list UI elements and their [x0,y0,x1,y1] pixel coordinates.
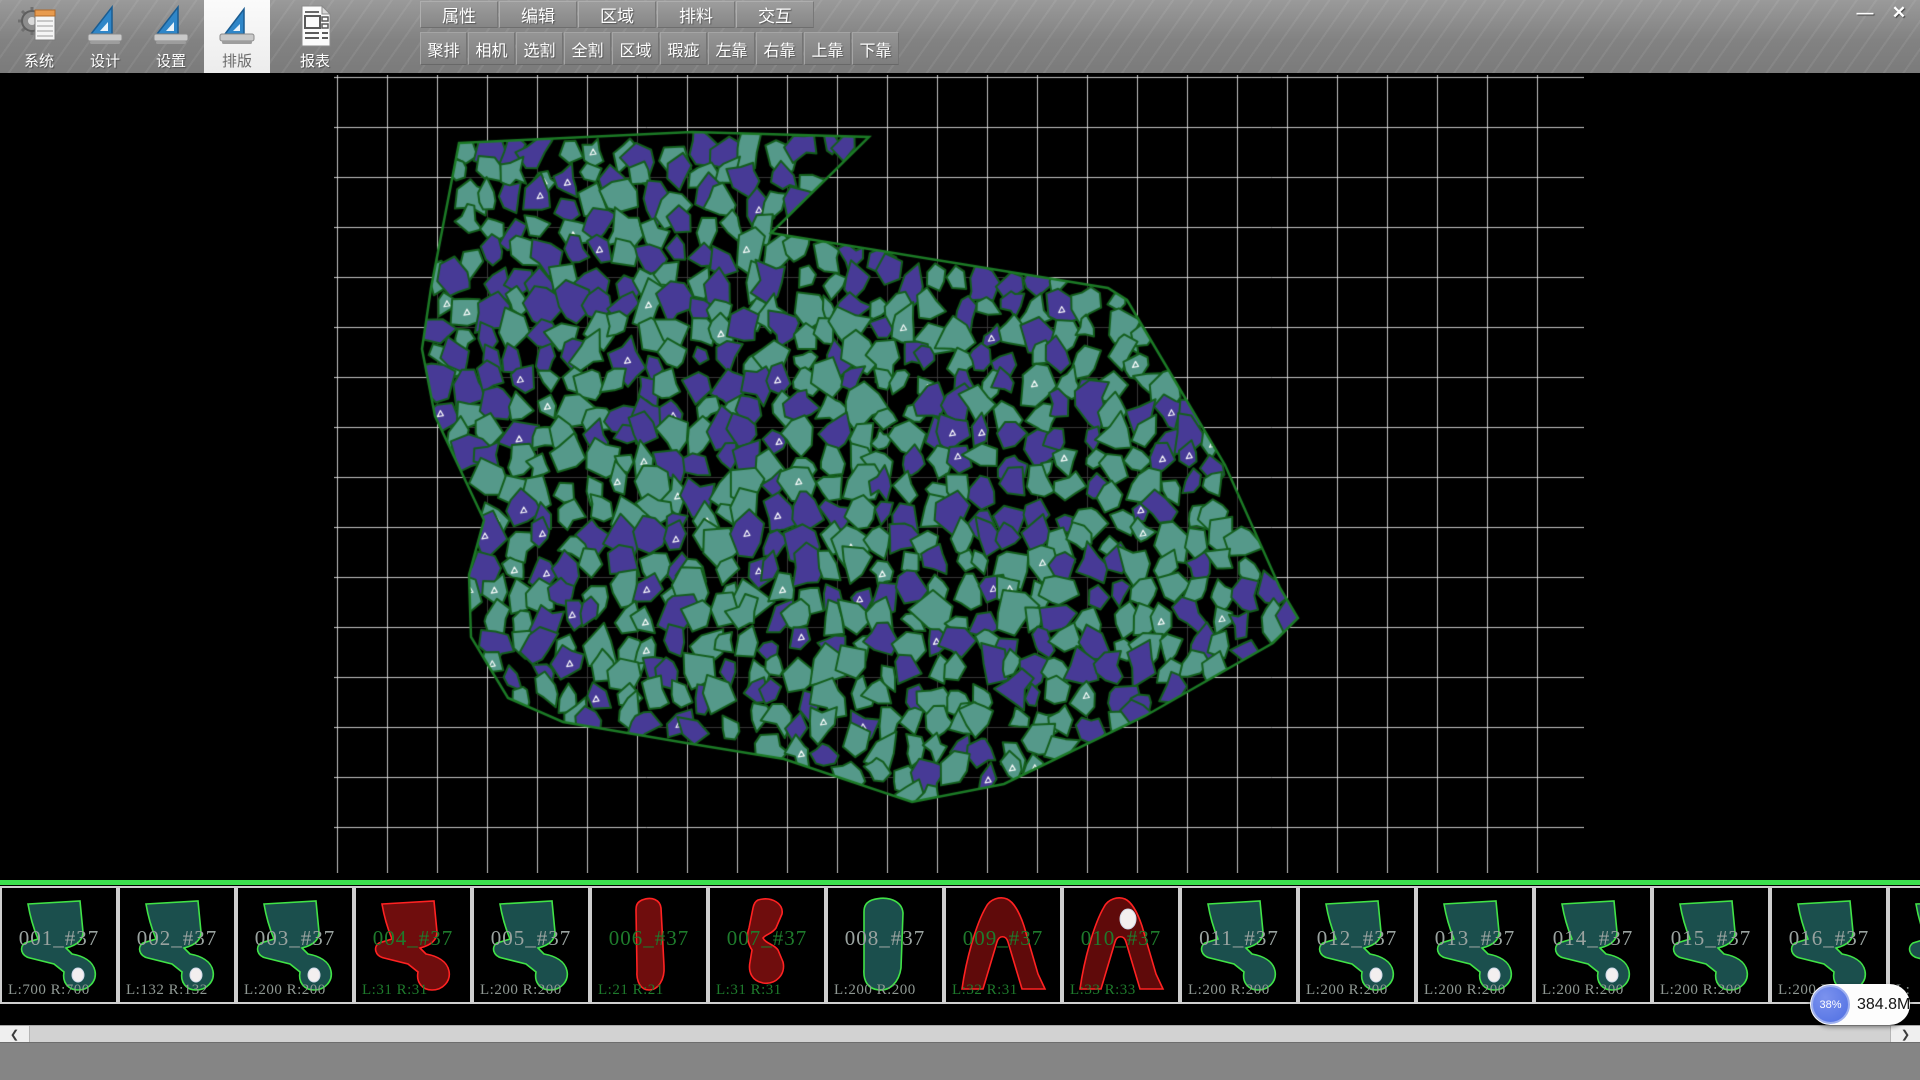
menu-button-align-top[interactable]: 上靠 [804,32,851,65]
menu-button-align-bottom[interactable]: 下靠 [852,32,899,65]
menu-button-defect[interactable]: 瑕疵 [660,32,707,65]
layout-setsquare-icon [216,3,258,49]
toolbar-item-layout-active[interactable]: 排版 [204,0,270,73]
toolbar-label-report: 报表 [300,50,330,71]
menu-tab-region[interactable]: 区域 [578,1,656,28]
piece-id-label: 0 [1890,926,1920,951]
piece-thumbnail[interactable]: 013_#37 L:200 R:200 [1416,886,1534,1004]
menu-tab-interactive[interactable]: 交互 [736,1,814,28]
piece-id-label: 003_#37 [238,926,352,951]
window-controls: — ✕ [1848,0,1916,25]
piece-lr-label: L:200 R:200 [1306,982,1388,999]
progress-circle: 38% [1811,985,1850,1024]
piece-lr-label: L:31 R:31 [362,982,428,999]
piece-thumbnail[interactable]: 004_#37 L:31 R:31 [354,886,472,1004]
memory-usage-label: 384.8M [1857,996,1910,1014]
piece-lr-label: L:200 R:200 [480,982,562,999]
piece-lr-label: L:200 R:200 [834,982,916,999]
main-toolbar: 系统 设计 [6,0,348,73]
report-document-icon [294,3,336,49]
menu-block: 属性 编辑 区域 排料 交互 聚排 相机 选割 全割 区域 瑕疵 左靠 右靠 上… [420,0,900,66]
piece-thumbnail[interactable]: 007_#37 L:31 R:31 [708,886,826,1004]
piece-thumbnail[interactable]: 009_#37 L:32 R:31 [944,886,1062,1004]
toolbar-label-system: 系统 [24,50,54,71]
piece-id-label: 001_#37 [2,926,116,951]
settings-setsquare-icon [150,3,192,49]
piece-lr-label: L:21 R:21 [598,982,664,999]
toolbar-item-design[interactable]: 设计 [72,0,138,73]
horizontal-scrollbar[interactable]: ❮ ❯ [0,1025,1920,1042]
piece-lr-label: L:200 R:200 [1660,982,1742,999]
menu-button-select-cut[interactable]: 选割 [516,32,563,65]
piece-id-label: 012_#37 [1300,926,1414,951]
piece-id-label: 011_#37 [1182,926,1296,951]
piece-lr-label: L:31 R:31 [716,982,782,999]
progress-percent: 38% [1819,999,1841,1011]
piece-thumbnail[interactable]: 011_#37 L:200 R:200 [1180,886,1298,1004]
toolbar-label-settings: 设置 [156,50,186,71]
toolbar-item-system[interactable]: 系统 [6,0,72,73]
menu-tab-properties[interactable]: 属性 [420,1,498,28]
application-window: 系统 设计 [0,0,1920,1080]
memory-progress-badge: 38% 384.8M [1810,984,1910,1025]
piece-lr-label: L:200 R:200 [1188,982,1270,999]
minimize-button[interactable]: — [1848,0,1882,25]
piece-thumbnail[interactable]: 005_#37 L:200 R:200 [472,886,590,1004]
system-gear-icon [18,3,60,49]
toolbar-label-layout: 排版 [222,50,252,71]
piece-id-label: 002_#37 [120,926,234,951]
piece-thumbnail[interactable]: 008_#37 L:200 R:200 [826,886,944,1004]
menu-button-camera[interactable]: 相机 [468,32,515,65]
menu-button-cut-all[interactable]: 全割 [564,32,611,65]
menu-tab-nesting[interactable]: 排料 [657,1,735,28]
toolbar-item-settings[interactable]: 设置 [138,0,204,73]
piece-thumbnail[interactable]: 012_#37 L:200 R:200 [1298,886,1416,1004]
thumbnail-row: 001_#37L:700 R:700 002_#37L:132 R:132 00… [0,885,1920,1004]
scrollbar-track[interactable] [30,1026,1890,1042]
piece-thumbnail[interactable]: 014_#37 L:200 R:200 [1534,886,1652,1004]
piece-id-label: 013_#37 [1418,926,1532,951]
menu-button-region[interactable]: 区域 [612,32,659,65]
piece-id-label: 016_#37 [1772,926,1886,951]
toolbar-item-report[interactable]: 报表 [282,0,348,73]
piece-thumbnail[interactable]: 003_#37 L:200 R:200 [236,886,354,1004]
menu-tab-row: 属性 编辑 区域 排料 交互 [420,1,900,30]
piece-id-label: 010_#37 [1064,926,1178,951]
piece-id-label: 008_#37 [828,926,942,951]
menu-button-align-left[interactable]: 左靠 [708,32,755,65]
piece-lr-label: L:200 R:200 [244,982,326,999]
piece-thumbnail[interactable]: 010_#37 L:33 R:33 [1062,886,1180,1004]
nesting-work-area[interactable] [334,75,1584,873]
menu-button-row: 聚排 相机 选割 全割 区域 瑕疵 左靠 右靠 上靠 下靠 [420,32,900,66]
piece-id-label: 005_#37 [474,926,588,951]
header-toolbar: 系统 设计 [0,0,1920,73]
design-setsquare-icon [84,3,126,49]
piece-lr-label: L:200 R:200 [1424,982,1506,999]
piece-id-label: 004_#37 [356,926,470,951]
piece-id-label: 014_#37 [1536,926,1650,951]
piece-lr-label: L:132 R:132 [126,982,208,999]
piece-id-label: 007_#37 [710,926,824,951]
piece-thumbnail-strip: 001_#37L:700 R:700 002_#37L:132 R:132 00… [0,880,1920,1005]
menu-button-cluster-nest[interactable]: 聚排 [420,32,467,65]
piece-id-label: 015_#37 [1654,926,1768,951]
piece-thumbnail[interactable]: 001_#37 L:700 R:700 [0,886,118,1004]
nesting-canvas[interactable] [334,75,1584,873]
toolbar-label-design: 设计 [90,50,120,71]
status-bar [0,1042,1920,1080]
scroll-right-button[interactable]: ❯ [1890,1026,1920,1042]
menu-button-align-right[interactable]: 右靠 [756,32,803,65]
piece-lr-label: L:700 R:700 [8,982,90,999]
piece-lr-label: L:32 R:31 [952,982,1018,999]
piece-lr-label: L:200 R:200 [1542,982,1624,999]
piece-id-label: 009_#37 [946,926,1060,951]
piece-lr-label: L:33 R:33 [1070,982,1136,999]
piece-id-label: 006_#37 [592,926,706,951]
piece-thumbnail[interactable]: 002_#37 L:132 R:132 [118,886,236,1004]
scroll-left-button[interactable]: ❮ [0,1026,30,1042]
menu-tab-edit[interactable]: 编辑 [499,1,577,28]
piece-thumbnail[interactable]: 015_#37 L:200 R:200 [1652,886,1770,1004]
piece-thumbnail[interactable]: 006_#37 L:21 R:21 [590,886,708,1004]
close-button[interactable]: ✕ [1882,0,1916,25]
